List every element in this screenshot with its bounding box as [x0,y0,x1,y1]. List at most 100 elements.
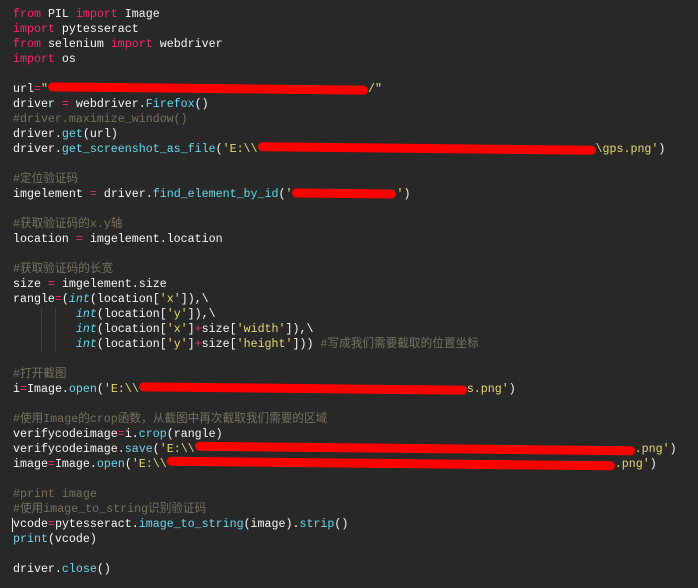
blank-line[interactable] [13,202,677,217]
code-token: (url) [82,128,118,141]
code-line[interactable]: #获取验证码的x.y轴 [13,217,677,232]
code-line[interactable]: #print image [13,487,677,502]
code-token: #定位验证码 [13,173,79,186]
code-token: #driver.maximize_window() [13,113,188,126]
indent-guide [55,307,56,322]
blank-line[interactable] [13,352,677,367]
code-token: = [75,233,83,246]
code-line[interactable]: i=Image.open('E:\\ s.png') [13,382,677,397]
code-line[interactable]: driver = webdriver.Firefox() [13,97,677,112]
code-line[interactable]: #使用Image的crop函数，从截图中再次截取我们需要的区域 [13,412,677,427]
code-token: ]),\ [187,308,216,321]
code-line[interactable]: location = imgelement.location [13,232,677,247]
code-token: \gps.png' [595,143,659,156]
code-token: driver. [13,563,62,576]
code-token: verifycodeimage. [13,443,125,456]
indent-guide [55,337,56,352]
code-token: int [68,293,90,306]
code-token: ( [152,443,160,456]
code-token: PIL [40,8,76,21]
code-token: = [33,83,41,96]
code-line[interactable]: int(location['y']+size['height'])) #写成我们… [13,337,677,352]
code-line[interactable]: #driver.maximize_window() [13,112,677,127]
code-token: 'E:\\ [103,383,139,396]
code-token: = [47,458,55,471]
code-editor[interactable]: from PIL import Image import pytesseract f… [12,7,677,577]
code-line[interactable]: image=Image.open('E:\\ .png') [13,457,677,472]
blank-line[interactable] [13,247,677,262]
code-line[interactable]: driver.get(url) [13,127,677,142]
code-line[interactable]: from PIL import Image [13,7,677,22]
code-token: /" [367,83,382,96]
code-token: os [54,53,76,66]
indent-guide [41,337,42,352]
code-token: = [47,278,55,291]
blank-line[interactable] [13,547,677,562]
code-line[interactable]: verifycodeimage=i.crop(rangle) [13,427,677,442]
code-token: find_element_by_id [152,188,279,201]
code-token: location [13,233,76,246]
blank-line[interactable] [13,67,677,82]
code-token: pytesseract [54,23,139,36]
code-token: (image). [243,518,300,531]
code-token: get_screenshot_as_file [61,143,216,156]
blank-line[interactable] [13,472,677,487]
code-line[interactable]: size = imgelement.size [13,277,677,292]
code-token: save [124,443,153,456]
code-token: 'y' [166,338,188,351]
code-line[interactable]: int(location['x']+size['width']),\ [13,322,677,337]
code-line[interactable]: verifycodeimage.save('E:\\ .png') [13,442,677,457]
code-token: int [75,308,97,321]
code-token: ]),\ [180,293,209,306]
code-line[interactable]: #打开截图 [13,367,677,382]
code-token: = [117,428,125,441]
code-line[interactable]: driver.get_screenshot_as_file('E:\\ \gps.… [13,142,677,157]
code-token: from [13,8,41,21]
code-token: import [75,8,118,21]
code-token: ) [403,188,411,201]
code-token: import [13,23,55,36]
code-token: .png' [634,443,670,456]
code-token: close [61,563,97,576]
code-token: 'width' [236,323,286,336]
code-line[interactable]: #使用image_to_string识别验证码 [13,502,677,517]
code-line[interactable]: imgelement = driver.find_element_by_id('… [13,187,677,202]
code-token: #使用Image的crop函数，从截图中再次截取我们需要的区域 [13,413,328,426]
code-line[interactable]: import pytesseract [13,22,677,37]
code-line[interactable]: int(location['y']),\ [13,307,677,322]
blank-line[interactable] [13,157,677,172]
code-token: print [13,533,48,546]
code-token: int [75,323,97,336]
blank-line[interactable] [13,397,677,412]
code-line[interactable]: print(vcode) [13,532,677,547]
code-line[interactable]: vcode=pytesseract.image_to_string(image)… [12,517,677,532]
redaction-mark [292,188,397,199]
code-token: 'E:\\ [159,443,195,456]
code-line[interactable]: #定位验证码 [13,172,677,187]
code-token: verifycodeimage [13,428,118,441]
code-line[interactable]: #获取验证码的长宽 [13,262,677,277]
code-token: 'y' [166,308,188,321]
redaction-mark [257,142,596,156]
redaction-mark [194,442,635,456]
code-line[interactable]: rangle=(int(location['x']),\ [13,292,677,307]
code-token: #使用image_to_string识别验证码 [13,503,207,516]
code-token: ) [658,143,666,156]
redaction-mark [166,457,615,471]
code-token: from [13,38,41,51]
code-line[interactable]: from selenium import webdriver [13,37,677,52]
code-line[interactable]: driver.close() [13,562,677,577]
code-token: pytesseract. [54,518,139,531]
code-line[interactable]: import os [13,52,677,67]
code-token: Image. [54,458,97,471]
redaction-mark [47,82,369,96]
code-token: 'E:\\ [222,143,258,156]
code-token: driver. [13,128,62,141]
code-line[interactable]: url=" /" [13,82,677,97]
code-token: import [110,38,153,51]
code-token: = [47,518,55,531]
code-token: #写成我们需要截取的位置坐标 [320,338,479,351]
